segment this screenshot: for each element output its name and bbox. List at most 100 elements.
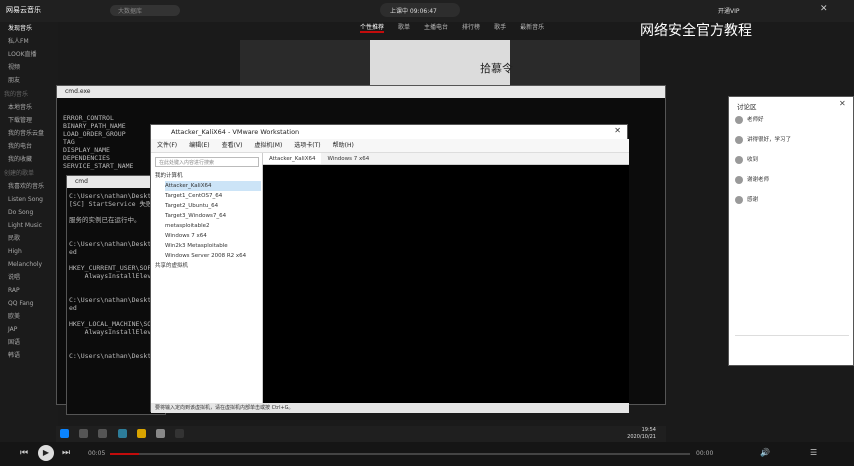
vm-list-item[interactable]: Attacker_KaliX64: [165, 181, 261, 191]
chat-message: 谢谢老师: [735, 175, 849, 195]
progress-bar[interactable]: [110, 453, 690, 455]
cmd-icon[interactable]: [175, 429, 185, 438]
vm-status-bar: 要将输入定向到该虚拟机，请在虚拟机内部单击或按 Ctrl+G。: [151, 403, 629, 413]
chat-text: 老师好: [747, 117, 764, 123]
time-total: 00:00: [696, 450, 714, 457]
menu-item[interactable]: 虚拟机(M): [254, 139, 282, 152]
search-input[interactable]: 大数据库: [110, 5, 180, 16]
prev-icon[interactable]: ⏮: [20, 448, 28, 458]
close-icon[interactable]: ✕: [839, 99, 846, 108]
vmware-icon[interactable]: [156, 429, 166, 438]
playlist-item[interactable]: 欧美: [0, 310, 58, 323]
vm-tab[interactable]: Attacker_KaliX64: [263, 153, 322, 164]
playlist-item[interactable]: JAP: [0, 323, 58, 336]
task-view-icon[interactable]: [98, 429, 108, 438]
my-computer-node[interactable]: 我的计算机: [155, 171, 261, 181]
sidebar-item[interactable]: 我的电台: [0, 140, 58, 153]
discover-tabs: 个性推荐 歌单 主播电台 排行榜 歌手 最新音乐: [360, 22, 620, 40]
vm-list-item[interactable]: Windows 7 x64: [165, 231, 261, 241]
time-current: 00:05: [88, 450, 106, 457]
sidebar-item[interactable]: 发现音乐: [0, 22, 58, 35]
tab-item[interactable]: 歌手: [494, 22, 506, 31]
playlist-item[interactable]: 国语: [0, 336, 58, 349]
sidebar-item[interactable]: LOOK直播: [0, 48, 58, 61]
next-icon[interactable]: ⏭: [62, 448, 70, 458]
avatar: [735, 115, 743, 124]
sidebar-item[interactable]: 下载管理: [0, 114, 58, 127]
playlist-item[interactable]: Light Music: [0, 219, 58, 232]
playlist-item[interactable]: 韩语: [0, 349, 58, 362]
cmd2-title: cmd: [75, 178, 88, 185]
library-search-placeholder: 在此处键入内容进行搜索: [159, 160, 215, 166]
app-logo[interactable]: 网易云音乐: [6, 5, 41, 15]
banner-title: 拾慕令: [480, 62, 513, 75]
tab-item[interactable]: 个性推荐: [360, 22, 385, 33]
sidebar-item[interactable]: 我的音乐云盘: [0, 127, 58, 140]
vm-screen[interactable]: [263, 165, 629, 403]
vm-list-item[interactable]: metasploitable2: [165, 221, 261, 231]
close-icon[interactable]: ✕: [820, 4, 828, 14]
close-icon[interactable]: ✕: [614, 126, 621, 135]
playlists-heading: 创建的歌单: [4, 170, 35, 177]
chat-text: 感谢: [747, 197, 759, 203]
vm-list-item[interactable]: Windows Server 2008 R2 x64: [165, 251, 261, 261]
vm-list-item[interactable]: Target2_Ubuntu_64: [165, 201, 261, 211]
chat-messages: 老师好 讲得很好，学习了 收到 谢谢老师 感谢: [735, 115, 849, 215]
playlist-item[interactable]: 民歌: [0, 232, 58, 245]
tab-item[interactable]: 排行榜: [462, 22, 480, 31]
progress-fill: [110, 453, 139, 455]
tab-item[interactable]: 最新音乐: [520, 22, 544, 31]
vm-list-item[interactable]: Target1_CentOS7_64: [165, 191, 261, 201]
cmd-titlebar[interactable]: cmd.exe: [57, 86, 665, 98]
library-search[interactable]: 在此处键入内容进行搜索: [155, 157, 259, 167]
playlist-item[interactable]: Do Song: [0, 206, 58, 219]
playlist-item[interactable]: High: [0, 245, 58, 258]
clock-date: 2020/10/21: [627, 434, 656, 440]
sidebar-item[interactable]: 朋友: [0, 74, 58, 87]
sidebar-playlists: 我喜欢的音乐 Listen Song Do Song Light Music 民歌 Hig…: [0, 180, 58, 362]
explorer-icon[interactable]: [136, 429, 146, 438]
vip-button[interactable]: 开通VIP: [718, 6, 740, 15]
sidebar-item[interactable]: 本地音乐: [0, 101, 58, 114]
sidebar-item[interactable]: 私人FM: [0, 35, 58, 48]
search-icon[interactable]: [79, 429, 89, 438]
play-icon[interactable]: ▶: [38, 445, 54, 461]
sidebar-my-music: 本地音乐 下载管理 我的音乐云盘 我的电台 我的收藏: [0, 101, 58, 166]
vm-tabs: Attacker_KaliX64 Windows 7 x64: [263, 153, 629, 165]
chat-text: 谢谢老师: [747, 177, 770, 183]
search-placeholder: 大数据库: [118, 8, 143, 15]
playlist-item[interactable]: 说唱: [0, 271, 58, 284]
user-status: 上课中 09:06:47: [390, 8, 437, 15]
menu-item[interactable]: 查看(V): [222, 139, 243, 152]
tab-item[interactable]: 主播电台: [424, 22, 448, 31]
vmware-window[interactable]: Attacker_KaliX64 - VMware Workstation ✕ …: [150, 124, 629, 413]
sidebar-main: 发现音乐 私人FM LOOK直播 视频 朋友: [0, 22, 58, 87]
tab-item[interactable]: 歌单: [398, 22, 410, 31]
vm-list-item[interactable]: Win2k3 Metasploitable: [165, 241, 261, 251]
sidebar-item[interactable]: 我的收藏: [0, 153, 58, 166]
chat-input[interactable]: [735, 335, 849, 359]
playlist-item[interactable]: 我喜欢的音乐: [0, 180, 58, 193]
vm-list-item[interactable]: Target3_Windows7_64: [165, 211, 261, 221]
vm-tab[interactable]: Windows 7 x64: [321, 153, 375, 164]
playlist-item[interactable]: QQ Fang: [0, 297, 58, 310]
sidebar-item[interactable]: 视频: [0, 61, 58, 74]
volume-icon[interactable]: 🔊: [760, 448, 770, 457]
cmd-title: cmd.exe: [65, 88, 91, 95]
playlist-item[interactable]: Melancholy: [0, 258, 58, 271]
shared-vms-node[interactable]: 共享的虚拟机: [155, 261, 261, 271]
menu-item[interactable]: 选项卡(T): [294, 139, 320, 152]
chat-message: 老师好: [735, 115, 849, 135]
playlist-item[interactable]: RAP: [0, 284, 58, 297]
edge-icon[interactable]: [117, 429, 127, 438]
clock-time: 19:54: [641, 427, 656, 433]
playlist-icon[interactable]: ☰: [810, 448, 817, 457]
playlist-item[interactable]: Listen Song: [0, 193, 58, 206]
menu-item[interactable]: 编辑(E): [189, 139, 209, 152]
chat-text: 讲得很好，学习了: [747, 137, 792, 143]
vmware-title[interactable]: Attacker_KaliX64 - VMware Workstation: [151, 125, 627, 139]
overlay-title: 网络安全官方教程: [640, 23, 752, 39]
menu-item[interactable]: 帮助(H): [333, 139, 354, 152]
menu-item[interactable]: 文件(F): [157, 139, 177, 152]
windows-start-icon[interactable]: [60, 429, 69, 438]
